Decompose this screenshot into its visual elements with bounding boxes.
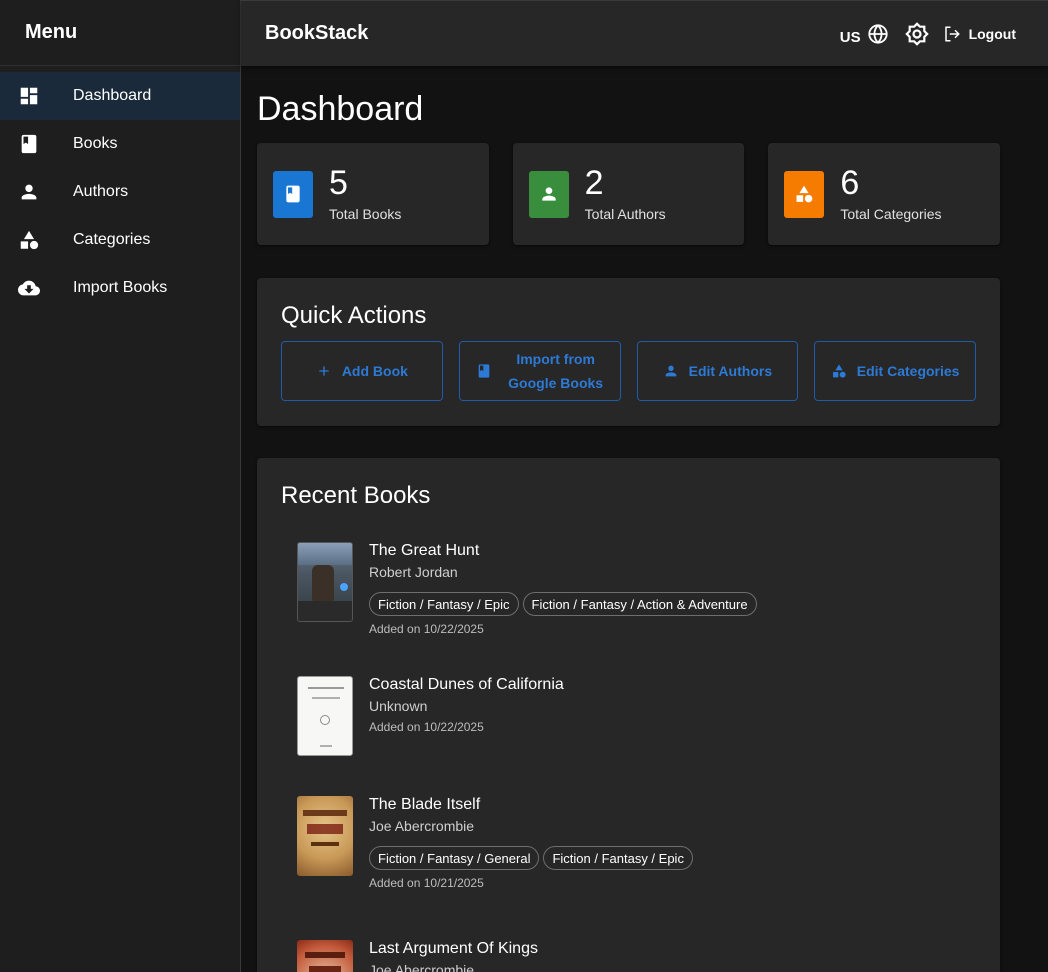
topbar-actions: US Logout <box>840 1 1016 67</box>
category-chip: Fiction / Fantasy / Epic <box>369 592 519 616</box>
language-code: US <box>839 28 861 46</box>
stat-card-categories: 6 Total Categories <box>768 143 1001 245</box>
top-app-bar: BookStack US Logout <box>241 0 1048 66</box>
sidebar-item-books[interactable]: Books <box>0 120 240 168</box>
logout-button[interactable]: Logout <box>943 25 1016 43</box>
button-label-line1: Import from <box>516 351 595 367</box>
book-author: Joe Abercrombie <box>369 818 475 834</box>
category-chip: Fiction / Fantasy / Epic <box>543 846 693 870</box>
stat-value: 2 <box>584 164 604 202</box>
plus-icon <box>319 366 329 376</box>
sidebar-item-label: Import Books <box>73 279 168 296</box>
button-label: Edit Categories <box>856 363 960 379</box>
book-icon <box>273 170 313 218</box>
dashboard-icon <box>0 85 73 107</box>
sidebar: Menu Dashboard Books Authors Categories … <box>0 0 241 972</box>
sidebar-item-categories[interactable]: Categories <box>0 216 240 264</box>
list-item[interactable]: The Great Hunt Robert Jordan Fiction / F… <box>281 542 976 636</box>
book-title: The Great Hunt <box>369 542 480 559</box>
cloud-download-icon <box>0 277 73 299</box>
edit-authors-button[interactable]: Edit Authors <box>636 341 799 401</box>
recent-books-panel: Recent Books The Great Hunt Robert Jorda… <box>257 458 1000 972</box>
list-item[interactable]: The Blade Itself Joe Abercrombie Fiction… <box>281 796 976 890</box>
book-author: Robert Jordan <box>369 564 458 580</box>
main-content: Dashboard 5 Total Books 2 Total Authors … <box>257 66 1001 972</box>
book-cover <box>297 676 353 756</box>
category-icon <box>0 229 73 251</box>
book-cover <box>297 542 353 622</box>
stat-label: Total Categories <box>840 206 942 222</box>
book-author: Unknown <box>369 698 428 714</box>
sidebar-item-label: Dashboard <box>73 87 152 104</box>
category-chip: Fiction / Fantasy / Action & Adventure <box>522 592 757 616</box>
sidebar-title: Menu <box>0 0 240 66</box>
recent-books-title: Recent Books <box>281 482 431 509</box>
app-brand: BookStack <box>265 22 369 44</box>
stat-value: 6 <box>840 164 860 202</box>
category-icon <box>832 364 846 378</box>
sidebar-nav: Dashboard Books Authors Categories Impor… <box>0 72 240 312</box>
edit-categories-button[interactable]: Edit Categories <box>814 341 976 401</box>
list-item[interactable]: Coastal Dunes of California Unknown Adde… <box>281 676 976 756</box>
language-selector[interactable]: US <box>840 23 889 46</box>
sidebar-item-label: Categories <box>73 231 151 248</box>
sidebar-item-dashboard[interactable]: Dashboard <box>0 72 240 120</box>
import-google-books-button[interactable]: Import from Google Books <box>458 341 621 401</box>
add-book-button[interactable]: Add Book <box>281 341 443 401</box>
category-chips: Fiction / Fantasy / Epic Fiction / Fanta… <box>369 592 757 616</box>
logout-icon <box>944 26 960 42</box>
book-icon <box>478 364 490 378</box>
book-cover <box>297 940 353 972</box>
stats-row: 5 Total Books 2 Total Authors 6 Total Ca… <box>257 143 1001 245</box>
list-item[interactable]: Last Argument Of Kings Joe Abercrombie <box>281 940 976 972</box>
category-icon <box>784 170 825 218</box>
book-title: The Blade Itself <box>369 796 481 813</box>
added-date: Added on 10/22/2025 <box>369 720 484 734</box>
book-icon <box>0 133 73 155</box>
category-chips: Fiction / Fantasy / General Fiction / Fa… <box>369 846 693 870</box>
stat-card-books: 5 Total Books <box>257 143 489 245</box>
person-icon <box>528 170 569 218</box>
stat-value: 5 <box>329 164 348 202</box>
book-author: Joe Abercrombie <box>369 962 475 972</box>
person-icon <box>665 365 676 377</box>
sidebar-item-import-books[interactable]: Import Books <box>0 264 240 312</box>
quick-actions-panel: Quick Actions Add Book Import from Googl… <box>257 278 1000 426</box>
theme-toggle-button[interactable] <box>904 22 929 46</box>
button-label: Edit Authors <box>688 363 773 379</box>
quick-actions-row: Add Book Import from Google Books Edit A… <box>281 341 976 401</box>
page-title: Dashboard <box>257 90 424 128</box>
button-label: Import from Google Books <box>508 347 603 395</box>
category-chip: Fiction / Fantasy / General <box>369 846 540 870</box>
button-label-line2: Google Books <box>508 375 604 391</box>
globe-icon <box>867 24 888 44</box>
stat-card-authors: 2 Total Authors <box>512 143 745 245</box>
book-title: Coastal Dunes of California <box>369 676 564 693</box>
sidebar-item-authors[interactable]: Authors <box>0 168 240 216</box>
sidebar-item-label: Authors <box>73 183 129 200</box>
book-title: Last Argument Of Kings <box>369 940 538 957</box>
stat-label: Total Authors <box>584 206 666 222</box>
book-cover <box>297 796 353 876</box>
brightness-icon <box>904 22 929 46</box>
quick-actions-title: Quick Actions <box>281 302 427 329</box>
person-icon <box>0 181 73 203</box>
button-label: Add Book <box>341 363 408 379</box>
added-date: Added on 10/22/2025 <box>369 622 484 636</box>
stat-label: Total Books <box>329 206 402 222</box>
logout-label: Logout <box>968 26 1016 42</box>
added-date: Added on 10/21/2025 <box>369 876 484 890</box>
sidebar-item-label: Books <box>73 135 118 152</box>
